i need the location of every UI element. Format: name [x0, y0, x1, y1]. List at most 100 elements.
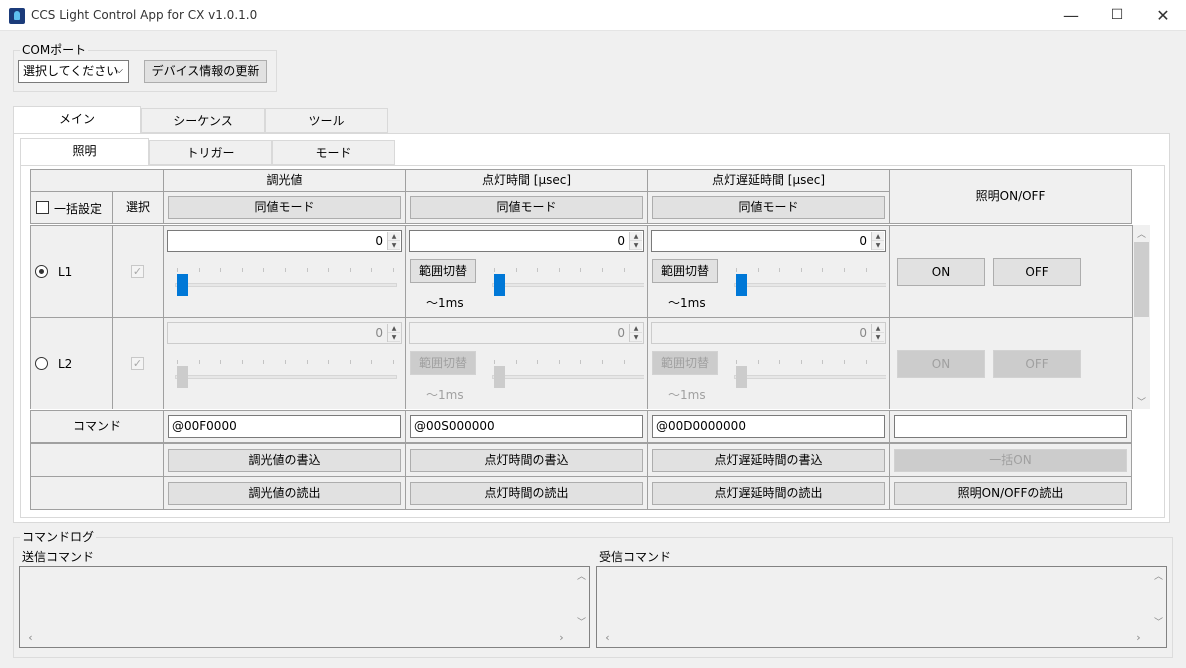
received-command-log[interactable]: ︿ ﹀ ‹ › — [596, 566, 1167, 648]
com-port-select[interactable]: 選択してください ⌵ — [18, 60, 129, 83]
spin-down-icon[interactable]: ▼ — [388, 333, 400, 342]
scroll-up-icon[interactable]: ︿ — [1150, 569, 1167, 582]
tab-tools[interactable]: ツール — [265, 108, 388, 133]
slider-tick — [306, 360, 308, 364]
slider-tick — [285, 360, 286, 364]
channel-radio[interactable] — [35, 265, 48, 278]
chevron-down-icon: ⌵ — [115, 65, 123, 76]
slider-tick — [779, 268, 781, 272]
spin-down-icon[interactable]: ▼ — [388, 241, 400, 250]
dimming-mode-cell: 同値モード — [163, 191, 406, 224]
spin-up-icon[interactable]: ▲ — [388, 324, 400, 333]
dimming-input[interactable]: 0 ▲ ▼ — [167, 230, 402, 252]
slider-thumb[interactable] — [177, 366, 188, 388]
delay-slider[interactable] — [730, 268, 886, 298]
dimming-same-mode-button[interactable]: 同値モード — [168, 196, 401, 219]
onoff-read-button[interactable]: 照明ON/OFFの読出 — [894, 482, 1127, 505]
channel-on-button[interactable]: ON — [897, 258, 985, 286]
on-time-write-button[interactable]: 点灯時間の書込 — [410, 449, 643, 472]
on-time-mode-cell: 同値モード — [405, 191, 648, 224]
on-time-range-button[interactable]: 範囲切替 — [410, 351, 476, 375]
onoff-command-field[interactable] — [894, 415, 1127, 438]
dimming-write-button[interactable]: 調光値の書込 — [168, 449, 401, 472]
on-time-command-field[interactable]: @00S000000 — [410, 415, 643, 438]
delay-command-field[interactable]: @00D0000000 — [652, 415, 885, 438]
channel-list: L1 ✓ 0 ▲ ▼ 0 ▲ ▼ 範囲切替 〜1ms 0 ▲ ▼ 範囲切替 〜1ms ON OFF L2 ✓ 0 ▲ ▼ 0… — [30, 225, 1133, 409]
scroll-up-icon[interactable]: ︿ — [573, 569, 590, 582]
channel-select-cell: ✓ — [112, 317, 164, 409]
slider-tick — [393, 360, 394, 364]
channel-scrollbar[interactable]: ︿ ﹀ — [1133, 225, 1150, 409]
slider-thumb[interactable] — [494, 274, 505, 296]
delay-write-button[interactable]: 点灯遅延時間の書込 — [652, 449, 885, 472]
on-time-slider[interactable] — [488, 360, 644, 390]
checkmark-icon[interactable]: ✓ — [131, 357, 144, 370]
scroll-right-icon[interactable]: › — [1130, 631, 1147, 644]
slider-thumb[interactable] — [736, 274, 747, 296]
slider-thumb[interactable] — [494, 366, 505, 388]
slider-tick — [537, 268, 539, 272]
slider-tick — [844, 360, 845, 364]
dimming-read-button[interactable]: 調光値の読出 — [168, 482, 401, 505]
delay-read-button[interactable]: 点灯遅延時間の読出 — [652, 482, 885, 505]
scroll-up-icon[interactable]: ︿ — [1133, 227, 1150, 240]
delay-slider[interactable] — [730, 360, 886, 390]
spin-up-icon[interactable]: ▲ — [388, 232, 400, 241]
delay-range-button[interactable]: 範囲切替 — [652, 351, 718, 375]
checkmark-icon[interactable]: ✓ — [131, 265, 144, 278]
refresh-device-button[interactable]: デバイス情報の更新 — [144, 60, 267, 83]
slider-tick — [220, 360, 222, 364]
slider-tick — [177, 268, 178, 272]
on-time-slider[interactable] — [488, 268, 644, 298]
slider-tick — [800, 268, 802, 272]
subtab-trigger[interactable]: トリガー — [149, 140, 272, 165]
tab-sequence[interactable]: シーケンス — [141, 108, 265, 133]
app-icon — [9, 8, 25, 24]
close-button[interactable]: ✕ — [1140, 0, 1186, 31]
delay-range-button[interactable]: 範囲切替 — [652, 259, 718, 283]
scroll-down-icon[interactable]: ﹀ — [1133, 395, 1150, 408]
batch-setting-checkbox[interactable] — [36, 201, 49, 214]
tab-main[interactable]: メイン — [13, 106, 141, 134]
channel-off-button[interactable]: OFF — [993, 350, 1081, 378]
on-time-same-mode-button[interactable]: 同値モード — [410, 196, 643, 219]
spinner-buttons[interactable]: ▲ ▼ — [387, 324, 400, 342]
slider-tick — [371, 360, 373, 364]
scroll-down-icon[interactable]: ﹀ — [1150, 615, 1167, 628]
slider-tick — [844, 268, 845, 272]
slider-tick — [757, 268, 759, 272]
scroll-left-icon[interactable]: ‹ — [22, 631, 39, 644]
sent-command-log[interactable]: ︿ ﹀ ‹ › — [19, 566, 590, 648]
slider-thumb[interactable] — [177, 274, 188, 296]
dimming-slider[interactable] — [171, 360, 399, 390]
on-time-read-button[interactable]: 点灯時間の読出 — [410, 482, 643, 505]
slider-tick — [865, 268, 867, 272]
slider-tick — [349, 360, 351, 364]
scroll-right-icon[interactable]: › — [553, 631, 570, 644]
channel-name-cell: L1 — [30, 225, 113, 318]
slider-track — [175, 283, 397, 287]
dimming-command-field[interactable]: @00F0000 — [168, 415, 401, 438]
slider-tick — [328, 268, 330, 272]
slider-thumb[interactable] — [736, 366, 747, 388]
delay-same-mode-button[interactable]: 同値モード — [652, 196, 885, 219]
channel-off-button[interactable]: OFF — [993, 258, 1081, 286]
on-time-read-cell: 点灯時間の読出 — [405, 476, 648, 510]
slider-tick — [328, 360, 330, 364]
subtab-lighting[interactable]: 照明 — [20, 138, 149, 166]
slider-tick — [736, 268, 737, 272]
batch-on-button[interactable]: 一括ON — [894, 449, 1127, 472]
dimming-slider[interactable] — [171, 268, 399, 298]
scrollbar-thumb[interactable] — [1134, 242, 1149, 317]
subtab-mode[interactable]: モード — [272, 140, 395, 165]
channel-on-button[interactable]: ON — [897, 350, 985, 378]
channel-radio[interactable] — [35, 357, 48, 370]
scroll-down-icon[interactable]: ﹀ — [573, 615, 590, 628]
minimize-button[interactable]: — — [1048, 0, 1094, 31]
spinner-buttons[interactable]: ▲ ▼ — [387, 232, 400, 250]
on-time-range-button[interactable]: 範囲切替 — [410, 259, 476, 283]
range-text: 〜1ms — [668, 388, 706, 402]
scroll-left-icon[interactable]: ‹ — [599, 631, 616, 644]
maximize-button[interactable]: ☐ — [1094, 0, 1140, 31]
dimming-input[interactable]: 0 ▲ ▼ — [167, 322, 402, 344]
